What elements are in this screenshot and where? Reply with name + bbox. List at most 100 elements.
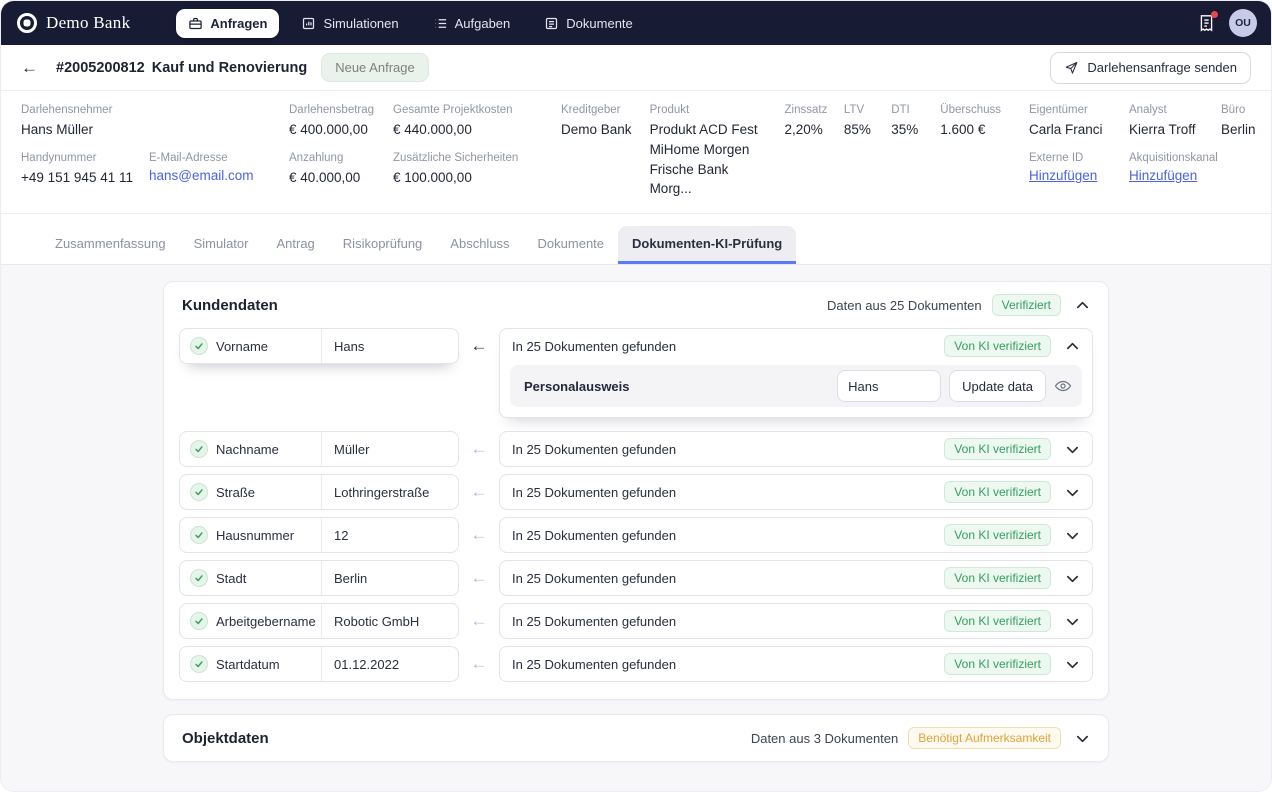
chevron-down-icon[interactable] xyxy=(1065,614,1080,629)
office-field: Büro Berlin xyxy=(1221,104,1256,139)
field-box[interactable]: Arbeitgebername Robotic GmbH xyxy=(179,603,459,639)
objektdaten-card: Objektdaten Daten aus 3 Dokumenten Benöt… xyxy=(163,714,1109,762)
field-label: Stadt xyxy=(216,570,247,586)
field-box[interactable]: Straße Lothringerstraße xyxy=(179,474,459,510)
external-id-add-link[interactable]: Hinzufügen xyxy=(1029,168,1097,183)
dti-field: DTI 35% xyxy=(891,104,927,198)
notifications-button[interactable] xyxy=(1198,10,1218,33)
found-panel-header[interactable]: In 25 Dokumenten gefunden Von KI verifiz… xyxy=(500,647,1092,681)
field-value: 01.12.2022 xyxy=(334,656,400,672)
status-badge: Neue Anfrage xyxy=(321,53,429,82)
field-row-strasse: Straße Lothringerstraße ← In 25 Dokument… xyxy=(179,474,1093,510)
left-arrow-icon: ← xyxy=(470,525,488,544)
send-loan-request-button[interactable]: Darlehensanfrage senden xyxy=(1050,51,1251,84)
chevron-up-icon[interactable] xyxy=(1075,298,1090,313)
field-value: Lothringerstraße xyxy=(334,484,430,500)
found-panel-header[interactable]: In 25 Dokumenten gefunden Von KI verifiz… xyxy=(500,432,1092,466)
field-label: DTI xyxy=(891,104,910,116)
chevron-down-icon[interactable] xyxy=(1065,528,1080,543)
field-label: Büro xyxy=(1221,104,1246,116)
field-label: Arbeitgebername xyxy=(216,613,316,629)
send-button-label: Darlehensanfrage senden xyxy=(1087,60,1237,75)
user-avatar[interactable]: OU xyxy=(1229,9,1257,37)
field-label: Produkt xyxy=(649,104,690,116)
field-rows: Vorname Hans ← In 25 Dokumenten gefunden… xyxy=(164,328,1108,699)
field-label: Zinssatz xyxy=(784,104,828,116)
check-circle-icon xyxy=(190,526,208,544)
tab-dokumente[interactable]: Dokumente xyxy=(524,226,618,264)
nav-item-dokumente[interactable]: Dokumente xyxy=(532,9,644,38)
tab-antrag[interactable]: Antrag xyxy=(262,226,328,264)
left-arrow-icon: ← xyxy=(470,568,488,587)
nav-item-anfragen[interactable]: Anfragen xyxy=(176,8,280,38)
bank-logo-icon xyxy=(17,13,37,33)
acquisition-channel-add-link[interactable]: Hinzufügen xyxy=(1129,168,1197,183)
found-panel: In 25 Dokumenten gefunden Von KI verifiz… xyxy=(499,560,1093,596)
field-label: Zusätzliche Sicherheiten xyxy=(393,152,519,164)
main-content: Kundendaten Daten aus 25 Dokumenten Veri… xyxy=(1,265,1271,791)
found-text: In 25 Dokumenten gefunden xyxy=(512,613,677,629)
field-row-vorname: Vorname Hans ← In 25 Dokumenten gefunden… xyxy=(179,328,1093,418)
field-value: Berlin xyxy=(334,570,368,586)
eye-icon[interactable] xyxy=(1054,377,1072,395)
chevron-down-icon[interactable] xyxy=(1065,657,1080,672)
field-value: 35% xyxy=(891,122,919,137)
field-label: E-Mail-Adresse xyxy=(149,152,228,164)
update-data-button[interactable]: Update data xyxy=(949,370,1046,402)
section-title: Kundendaten xyxy=(182,296,278,314)
tab-simulator[interactable]: Simulator xyxy=(180,226,263,264)
tab-zusammenfassung[interactable]: Zusammenfassung xyxy=(41,226,180,264)
left-arrow-icon: ← xyxy=(470,654,488,673)
tab-risikopruefung[interactable]: Risikoprüfung xyxy=(329,226,437,264)
brand[interactable]: Demo Bank xyxy=(17,13,130,33)
ai-verified-badge: Von KI verifiziert xyxy=(944,438,1051,460)
field-row-nachname: Nachname Müller ← In 25 Dokumenten gefun… xyxy=(179,431,1093,467)
ltv-field: LTV 85% xyxy=(844,104,878,198)
loan-summary-bar: Darlehensnehmer Hans Müller Handynummer … xyxy=(1,91,1271,214)
phone-field: Handynummer +49 151 945 41 11 xyxy=(21,152,149,187)
back-arrow-icon[interactable]: ← xyxy=(21,58,38,78)
document-source-row: Personalausweis Update data xyxy=(510,365,1082,407)
check-circle-icon xyxy=(190,483,208,501)
nav-item-label: Anfragen xyxy=(210,15,268,31)
field-label: Gesamte Projektkosten xyxy=(393,104,513,116)
field-value: € 400.000,00 xyxy=(289,122,368,137)
field-box[interactable]: Stadt Berlin xyxy=(179,560,459,596)
field-row-stadt: Stadt Berlin ← In 25 Dokumenten gefunden… xyxy=(179,560,1093,596)
nav-item-simulationen[interactable]: Simulationen xyxy=(289,9,410,38)
notification-dot xyxy=(1211,10,1218,18)
tab-abschluss[interactable]: Abschluss xyxy=(436,226,523,264)
field-label: Straße xyxy=(216,484,256,500)
chevron-down-icon[interactable] xyxy=(1075,731,1090,746)
objektdaten-header: Objektdaten Daten aus 3 Dokumenten Benöt… xyxy=(164,715,1108,761)
field-box[interactable]: Vorname Hans xyxy=(179,328,459,364)
field-value: +49 151 945 41 11 xyxy=(21,170,133,185)
nav-item-label: Dokumente xyxy=(566,15,633,31)
found-panel: In 25 Dokumenten gefunden Von KI verifiz… xyxy=(499,646,1093,682)
found-text: In 25 Dokumenten gefunden xyxy=(512,484,677,500)
product-line: Produkt ACD Fest xyxy=(649,122,758,137)
email-link[interactable]: hans@email.com xyxy=(149,168,254,183)
acquisition-channel-field: Akquisitionskanal Hinzufügen xyxy=(1129,152,1218,185)
found-panel-header[interactable]: In 25 Dokumenten gefunden Von KI verifiz… xyxy=(500,518,1092,552)
tab-dokumenten-ki-pruefung[interactable]: Dokumenten-KI-Prüfung xyxy=(618,226,797,264)
field-box[interactable]: Startdatum 01.12.2022 xyxy=(179,646,459,682)
chevron-down-icon[interactable] xyxy=(1065,485,1080,500)
field-row-arbeitgebername: Arbeitgebername Robotic GmbH ← In 25 Dok… xyxy=(179,603,1093,639)
left-arrow-icon: ← xyxy=(470,611,488,630)
chevron-down-icon[interactable] xyxy=(1065,571,1080,586)
document-name: Personalausweis xyxy=(524,378,630,394)
found-panel-header[interactable]: In 25 Dokumenten gefunden Von KI verifiz… xyxy=(500,475,1092,509)
loan-amount-field: Darlehensbetrag € 400.000,00 xyxy=(289,104,393,139)
found-panel-header[interactable]: In 25 Dokumenten gefunden Von KI verifiz… xyxy=(500,604,1092,638)
chevron-down-icon[interactable] xyxy=(1065,442,1080,457)
chevron-up-icon[interactable] xyxy=(1065,339,1080,354)
nav-item-aufgaben[interactable]: Aufgaben xyxy=(421,9,523,38)
field-box[interactable]: Hausnummer 12 xyxy=(179,517,459,553)
found-panel-header[interactable]: In 25 Dokumenten gefunden Von KI verifiz… xyxy=(500,561,1092,595)
found-panel-header[interactable]: In 25 Dokumenten gefunden Von KI verifiz… xyxy=(500,329,1092,363)
document-value-input[interactable] xyxy=(837,370,942,402)
field-box[interactable]: Nachname Müller xyxy=(179,431,459,467)
documents-count: Daten aus 25 Dokumenten xyxy=(826,297,982,313)
ai-verified-badge: Von KI verifiziert xyxy=(944,481,1051,503)
